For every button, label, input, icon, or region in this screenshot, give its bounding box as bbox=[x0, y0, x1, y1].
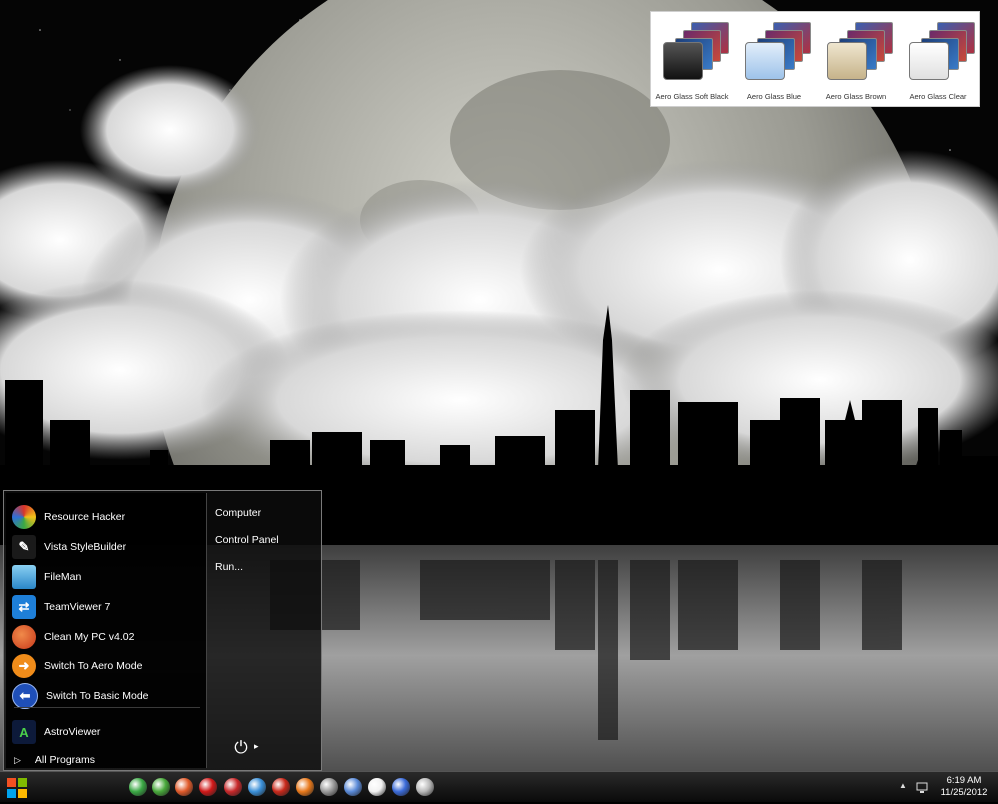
theme-thumbnail bbox=[745, 22, 811, 80]
theme-clear[interactable]: Aero Glass Clear bbox=[899, 18, 977, 104]
taskbar: ▲ 6:19 AM 11/25/2012 bbox=[0, 771, 998, 802]
program-label: AstroViewer bbox=[44, 726, 101, 738]
start-menu-programs-pane: Resource Hacker ✎ Vista StyleBuilder Fil… bbox=[6, 493, 207, 768]
clock-date: 11/25/2012 bbox=[940, 787, 988, 798]
link-control-panel[interactable]: Control Panel bbox=[215, 534, 279, 546]
link-computer[interactable]: Computer bbox=[215, 507, 261, 519]
start-button[interactable] bbox=[6, 777, 28, 799]
program-resource-hacker[interactable]: Resource Hacker bbox=[12, 503, 202, 531]
all-programs-button[interactable]: ▷ All Programs bbox=[12, 751, 202, 769]
program-label: Switch To Aero Mode bbox=[44, 660, 143, 672]
opera-icon[interactable] bbox=[199, 778, 217, 796]
astroviewer-icon: A bbox=[12, 720, 36, 744]
arrow-right-icon: ➜ bbox=[12, 654, 36, 678]
system-clock[interactable]: 6:19 AM 11/25/2012 bbox=[932, 775, 996, 799]
start-menu: Resource Hacker ✎ Vista StyleBuilder Fil… bbox=[3, 490, 322, 771]
media-icon[interactable] bbox=[175, 778, 193, 796]
theme-label: Aero Glass Brown bbox=[825, 92, 887, 101]
record-icon[interactable] bbox=[224, 778, 242, 796]
program-label: Switch To Basic Mode bbox=[46, 690, 149, 702]
program-vista-stylebuilder[interactable]: ✎ Vista StyleBuilder bbox=[12, 533, 202, 561]
theme-label: Aero Glass Soft Black bbox=[655, 92, 729, 101]
power-button[interactable]: ⏻ bbox=[230, 737, 252, 759]
windows-logo-icon bbox=[7, 778, 27, 798]
chevron-right-icon: ▷ bbox=[14, 754, 21, 765]
theme-blue[interactable]: Aero Glass Blue bbox=[735, 18, 813, 104]
notepad-icon[interactable] bbox=[344, 778, 362, 796]
theme-thumbnail bbox=[827, 22, 893, 80]
resource-hacker-icon bbox=[12, 505, 36, 529]
program-label: Vista StyleBuilder bbox=[44, 541, 127, 553]
program-label: Resource Hacker bbox=[44, 511, 126, 523]
program-label: Clean My PC v4.02 bbox=[44, 631, 135, 643]
runner-icon[interactable] bbox=[368, 778, 386, 796]
clean-my-pc-icon bbox=[12, 625, 36, 649]
menu-separator bbox=[14, 707, 200, 708]
arrow-left-icon: ⬅ bbox=[12, 683, 38, 709]
theme-brown[interactable]: Aero Glass Brown bbox=[817, 18, 895, 104]
firefox-icon[interactable] bbox=[296, 778, 314, 796]
program-label: FileMan bbox=[44, 571, 82, 583]
vista-stylebuilder-icon: ✎ bbox=[12, 535, 36, 559]
fileman-icon bbox=[12, 565, 36, 589]
program-teamviewer[interactable]: ⇄ TeamViewer 7 bbox=[12, 593, 202, 621]
program-astroviewer[interactable]: A AstroViewer bbox=[12, 718, 202, 746]
drive-icon[interactable] bbox=[320, 778, 338, 796]
theme-label: Aero Glass Clear bbox=[909, 92, 967, 101]
all-programs-label: All Programs bbox=[34, 754, 96, 766]
program-switch-basic[interactable]: ⬅ Switch To Basic Mode bbox=[12, 682, 202, 710]
shutdown-options-arrow[interactable]: ▸ bbox=[254, 741, 259, 752]
theme-thumbnail bbox=[909, 22, 975, 80]
camera-icon[interactable] bbox=[152, 778, 170, 796]
teamviewer-icon: ⇄ bbox=[12, 595, 36, 619]
chrome-icon[interactable] bbox=[129, 778, 147, 796]
theme-label: Aero Glass Blue bbox=[746, 92, 802, 101]
network-icon[interactable] bbox=[392, 778, 410, 796]
power-icon: ⏻ bbox=[234, 738, 248, 757]
program-switch-aero[interactable]: ➜ Switch To Aero Mode bbox=[12, 652, 202, 680]
program-label: TeamViewer 7 bbox=[44, 601, 111, 613]
link-run[interactable]: Run... bbox=[215, 561, 243, 573]
program-clean-my-pc[interactable]: Clean My PC v4.02 bbox=[12, 623, 202, 651]
program-fileman[interactable]: FileMan bbox=[12, 563, 202, 591]
network-status-icon[interactable] bbox=[916, 780, 928, 794]
theme-soft-black[interactable]: Aero Glass Soft Black bbox=[653, 18, 731, 104]
acrobat-icon[interactable] bbox=[272, 778, 290, 796]
show-hidden-icons-arrow[interactable]: ▲ bbox=[899, 781, 907, 790]
theme-preview-panel: Aero Glass Soft Black Aero Glass Blue Ae… bbox=[650, 11, 980, 107]
safari-icon[interactable] bbox=[248, 778, 266, 796]
shield-icon[interactable] bbox=[416, 778, 434, 796]
clock-time: 6:19 AM bbox=[946, 775, 982, 786]
theme-thumbnail bbox=[663, 22, 729, 80]
